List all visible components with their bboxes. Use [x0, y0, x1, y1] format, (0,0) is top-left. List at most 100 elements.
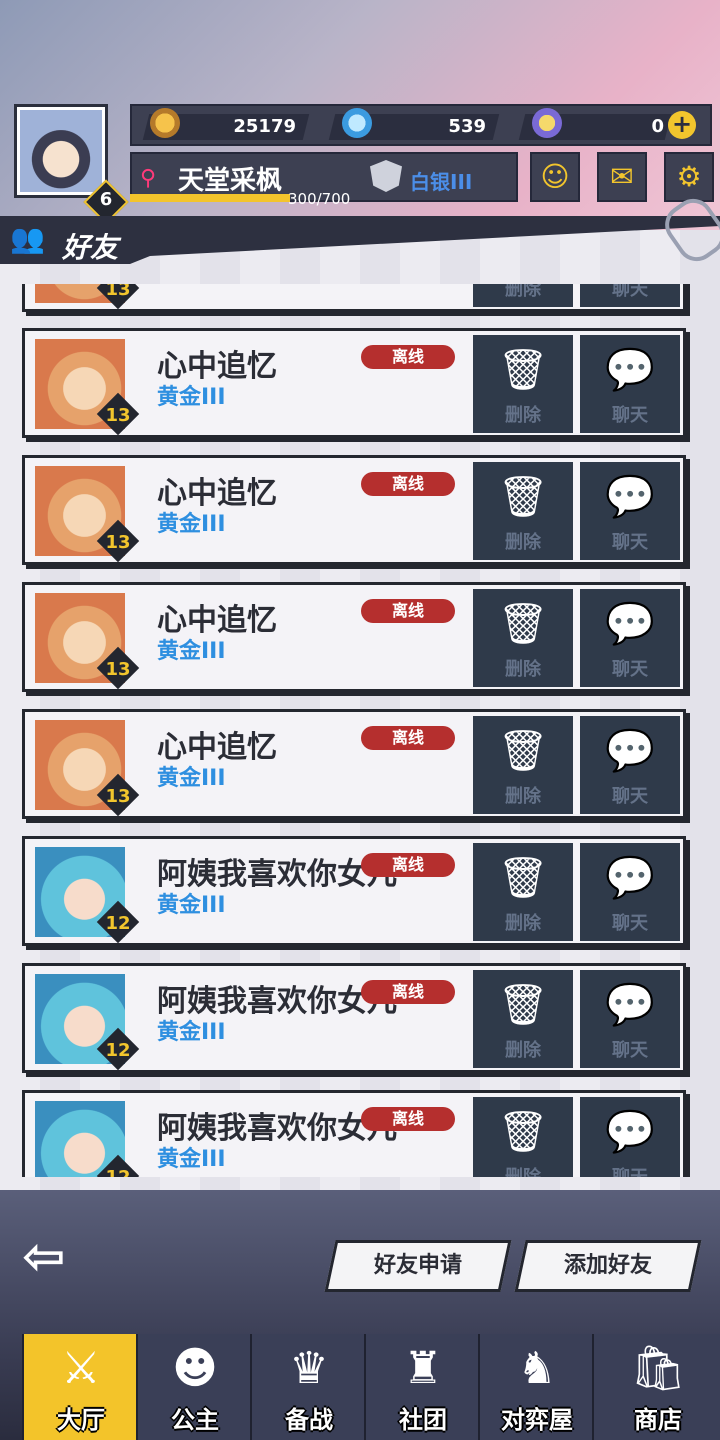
- add-friend-button[interactable]: 添加好友: [514, 1240, 702, 1292]
- chat-label: 聊天: [612, 1040, 648, 1061]
- chat-bubble-icon: 💬: [605, 1109, 655, 1155]
- friend-level: 13: [105, 284, 131, 300]
- diamond-icon: [342, 108, 372, 138]
- trash-icon: 🗑: [497, 601, 549, 647]
- chat-button[interactable]: 💬 聊天: [580, 1097, 680, 1177]
- status-badge: 离线: [361, 345, 455, 369]
- trash-icon: 🗑: [497, 728, 549, 774]
- friend-rank: 黄金III: [157, 385, 226, 410]
- gear-icon: ⚙: [676, 160, 702, 193]
- friends-button[interactable]: ☺: [530, 152, 580, 202]
- friend-rank: 黄金III: [157, 1147, 226, 1172]
- nav-princess[interactable]: ☻ 公主: [136, 1334, 250, 1440]
- chat-button[interactable]: 💬 聊天: [580, 843, 680, 941]
- chat-button[interactable]: 💬 聊天: [580, 716, 680, 814]
- nav-club[interactable]: ♜ 社团: [364, 1334, 478, 1440]
- trash-icon: 🗑: [497, 474, 549, 520]
- add-friend-label: 添加好友: [563, 1253, 652, 1278]
- gender-icon: ⚲: [140, 166, 157, 191]
- chat-button[interactable]: 💬 聊天: [580, 970, 680, 1068]
- delete-button[interactable]: 🗑 删除: [473, 284, 573, 307]
- page-title: 好友: [62, 231, 119, 264]
- friend-level: 12: [105, 1040, 131, 1061]
- people-icon: ☺: [540, 160, 570, 193]
- chat-label: 聊天: [612, 284, 648, 300]
- delete-button[interactable]: 🗑 删除: [473, 843, 573, 941]
- friend-rank: 黄金III: [157, 639, 226, 664]
- status-badge: 离线: [361, 853, 455, 877]
- friend-row-partial: 13 🗑 删除 💬 聊天: [22, 284, 686, 312]
- princess-icon: ☻: [172, 1343, 218, 1394]
- coin-icon: [150, 108, 180, 138]
- delete-button[interactable]: 🗑 删除: [473, 1097, 573, 1177]
- nav-label: 对弈屋: [501, 1406, 573, 1434]
- chat-label: 聊天: [612, 913, 648, 934]
- friend-rank: 黄金III: [157, 512, 226, 537]
- friend-rank: 黄金III: [157, 1020, 226, 1045]
- swords-icon: ⚔: [61, 1343, 101, 1394]
- friend-row: 13 心中追忆 黄金III 离线 🗑 删除 💬 聊天: [22, 582, 686, 692]
- delete-label: 删除: [505, 913, 541, 934]
- friend-level: 13: [105, 786, 131, 807]
- settings-button[interactable]: ⚙: [664, 152, 714, 202]
- trash-icon: 🗑: [497, 347, 549, 393]
- chat-label: 聊天: [612, 659, 648, 680]
- delete-button[interactable]: 🗑 删除: [473, 589, 573, 687]
- friend-rank: 黄金III: [157, 893, 226, 918]
- nav-label: 备战: [285, 1406, 333, 1434]
- exp-text: 300/700: [288, 190, 351, 208]
- mail-icon: ✉: [610, 160, 634, 193]
- nav-label: 社团: [399, 1406, 447, 1434]
- chat-bubble-icon: 💬: [605, 855, 655, 901]
- friend-row: 12 阿姨我喜欢你女儿 黄金III 离线 🗑 删除 💬 聊天: [22, 1090, 686, 1177]
- friend-row: 13 心中追忆 黄金III 离线 🗑 删除 💬 聊天: [22, 455, 686, 565]
- trash-icon: 🗑: [497, 855, 549, 901]
- friend-level: 12: [105, 913, 131, 934]
- friends-title-icon: 👥: [10, 222, 45, 255]
- nav-label: 大厅: [57, 1406, 105, 1434]
- delete-label: 删除: [505, 405, 541, 426]
- delete-button[interactable]: 🗑 删除: [473, 335, 573, 433]
- friend-list[interactable]: 13 🗑 删除 💬 聊天 13 心中追忆 黄金III 离线 🗑 删除 💬: [0, 284, 720, 1177]
- chat-button[interactable]: 💬 聊天: [580, 462, 680, 560]
- chat-button[interactable]: 💬 聊天: [580, 284, 680, 307]
- status-badge: 离线: [361, 726, 455, 750]
- nav-prepare[interactable]: ♛ 备战: [250, 1334, 364, 1440]
- nav-label: 商店: [634, 1406, 682, 1434]
- chat-bubble-icon: 💬: [605, 728, 655, 774]
- nav-lobby[interactable]: ⚔ 大厅: [22, 1334, 136, 1440]
- exp-progress-bar: [130, 194, 290, 202]
- chat-bubble-icon: 💬: [605, 601, 655, 647]
- chat-button[interactable]: 💬 聊天: [580, 589, 680, 687]
- add-currency-button[interactable]: +: [668, 111, 696, 139]
- chess-icon: ♛: [289, 1343, 329, 1394]
- delete-label: 删除: [505, 532, 541, 553]
- back-arrow-icon: ⇦: [22, 1227, 66, 1287]
- nav-shop[interactable]: 🛍 商店: [592, 1334, 720, 1440]
- bottom-nav: ⚔ 大厅 ☻ 公主 ♛ 备战 ♜ 社团 ♞ 对弈屋 🛍 商店: [0, 1334, 720, 1440]
- player-avatar[interactable]: [14, 104, 108, 198]
- chat-label: 聊天: [612, 405, 648, 426]
- delete-button[interactable]: 🗑 删除: [473, 462, 573, 560]
- token-value: 0: [651, 116, 664, 137]
- chat-button[interactable]: 💬 聊天: [580, 335, 680, 433]
- avatar-image: [20, 110, 102, 192]
- trash-icon: 🗑: [497, 982, 549, 1028]
- mail-button[interactable]: ✉: [597, 152, 647, 202]
- delete-button[interactable]: 🗑 删除: [473, 716, 573, 814]
- token-icon: [532, 108, 562, 138]
- nav-battle-house[interactable]: ♞ 对弈屋: [478, 1334, 592, 1440]
- chat-label: 聊天: [612, 532, 648, 553]
- friend-requests-label: 好友申请: [373, 1253, 462, 1278]
- nav-label: 公主: [171, 1406, 219, 1434]
- trophy-icon: ♞: [517, 1343, 557, 1394]
- coin-value: 25179: [233, 116, 296, 137]
- delete-label: 删除: [505, 1040, 541, 1061]
- trash-icon: 🗑: [497, 1109, 549, 1155]
- friend-row: 13 心中追忆 黄金III 离线 🗑 删除 💬 聊天: [22, 328, 686, 438]
- delete-button[interactable]: 🗑 删除: [473, 970, 573, 1068]
- friend-requests-button[interactable]: 好友申请: [324, 1240, 512, 1292]
- friend-level: 13: [105, 405, 131, 426]
- friend-level: 13: [105, 532, 131, 553]
- back-button[interactable]: ⇦: [22, 1231, 134, 1286]
